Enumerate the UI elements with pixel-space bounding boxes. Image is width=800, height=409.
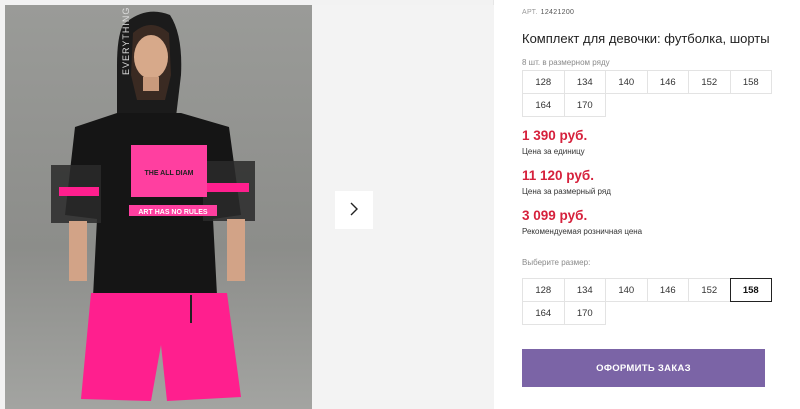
product-photo-illustration: EVERYTHING THE ALL DIAM ART HAS NO RULES: [51, 7, 255, 401]
size-option-152[interactable]: 152: [688, 278, 731, 302]
size-option-128[interactable]: 128: [522, 278, 565, 302]
unit-price-label: Цена за единицу: [522, 147, 585, 156]
pack-size-cell: 164: [522, 93, 565, 117]
size-selector: 128 134 140 146 152 158 164 170: [522, 278, 772, 325]
size-option-134[interactable]: 134: [563, 278, 606, 302]
pack-size-grid: 128 134 140 146 152 158 164 170: [522, 70, 772, 117]
size-option-170[interactable]: 170: [563, 301, 606, 325]
sku: АРТ. 12421200: [522, 9, 574, 16]
pack-price-label: Цена за размерный ряд: [522, 187, 611, 196]
size-option-164[interactable]: 164: [522, 301, 565, 325]
pack-size-cell: 146: [646, 70, 689, 94]
pack-size-cell: 134: [563, 70, 606, 94]
pack-size-cell: 158: [729, 70, 772, 94]
product-title: Комплект для девочки: футболка, шорты: [522, 31, 770, 46]
sku-label: АРТ.: [522, 9, 538, 16]
slogan-print-text: ART HAS NO RULES: [138, 209, 208, 216]
pack-size-cell: 140: [605, 70, 648, 94]
next-slide-button[interactable]: [335, 191, 373, 229]
size-option-158-selected[interactable]: 158: [729, 278, 772, 302]
chevron-right-icon: [349, 202, 359, 219]
choose-size-label: Выберите размер:: [522, 258, 591, 267]
place-order-button[interactable]: ОФОРМИТЬ ЗАКАЗ: [522, 349, 765, 387]
shirt-print-text: THE ALL DIAM: [145, 170, 194, 177]
pack-size-cell: 128: [522, 70, 565, 94]
sku-code: 12421200: [540, 9, 575, 16]
size-option-146[interactable]: 146: [646, 278, 689, 302]
size-option-140[interactable]: 140: [605, 278, 648, 302]
product-gallery: EVERYTHING THE ALL DIAM ART HAS NO RULES: [0, 0, 494, 409]
pack-size-label: 8 шт. в размерном ряду: [522, 58, 610, 67]
product-info-panel: АРТ. 12421200 Комплект для девочки: футбо…: [522, 0, 782, 409]
retail-price: 3 099 руб.: [522, 208, 588, 223]
unit-price: 1 390 руб.: [522, 128, 588, 143]
product-photo[interactable]: EVERYTHING THE ALL DIAM ART HAS NO RULES: [5, 5, 312, 409]
pack-price: 11 120 руб.: [522, 168, 594, 183]
retail-price-label: Рекомендуемая розничная цена: [522, 227, 643, 236]
hood-print-text: EVERYTHING: [121, 7, 131, 75]
pack-size-cell: 170: [563, 93, 606, 117]
pack-size-cell: 152: [688, 70, 731, 94]
